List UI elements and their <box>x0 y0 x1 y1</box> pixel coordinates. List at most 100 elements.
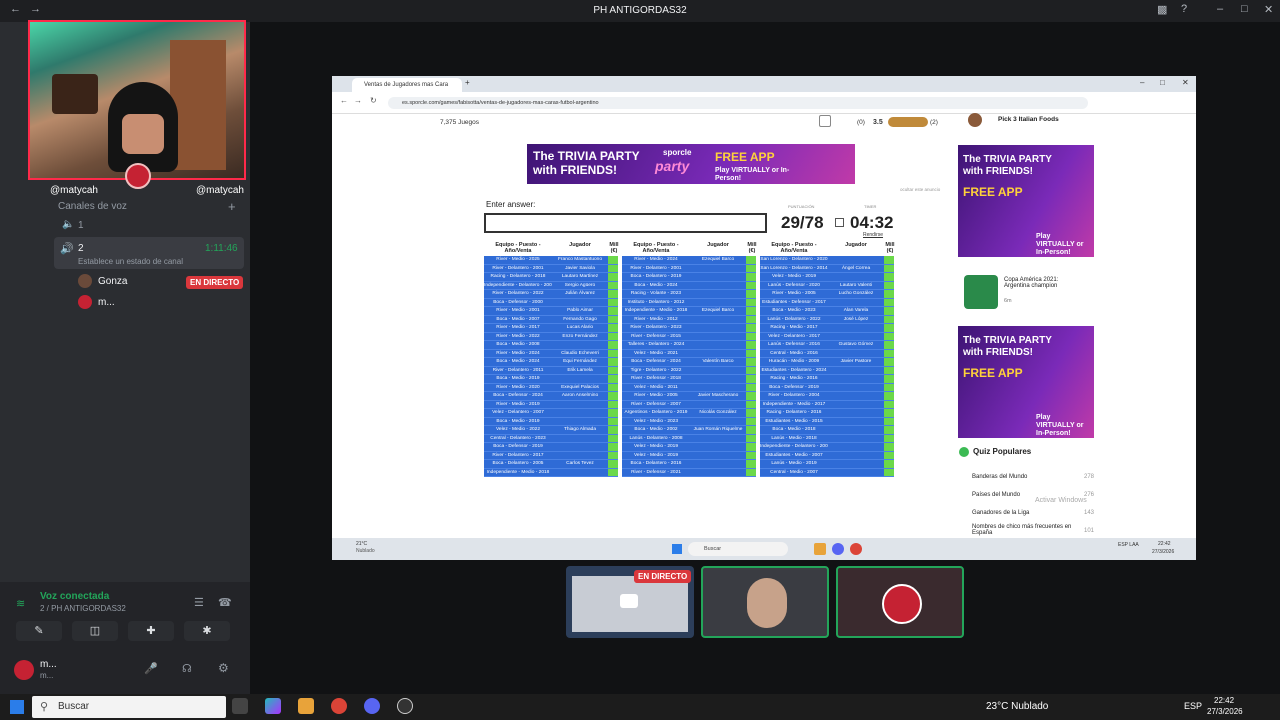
ad-side-2[interactable]: The TRIVIA PARTY with FRIENDS! FREE APP … <box>958 326 1094 438</box>
stream-search[interactable]: Buscar <box>688 542 788 556</box>
browser-tab[interactable]: Ventas de Jugadores mas Cara <box>352 78 462 92</box>
quiz-mill-cell <box>608 324 618 332</box>
quiz-row: Racing - Volante - 2023 <box>622 290 756 299</box>
file-explorer-icon[interactable] <box>298 698 314 714</box>
chrome-icon[interactable] <box>331 698 347 714</box>
quiz-team-cell: River - Medio - 2025 <box>496 257 540 262</box>
voice-channel-1[interactable]: 1 <box>78 220 84 231</box>
quiz-row: Boca - Medio - 2002 Juan Román Riquelme <box>622 426 756 435</box>
quiz-team-cell: Lanús - Delantero - 2008 <box>629 435 683 441</box>
minimize-icon[interactable]: – <box>1140 78 1144 87</box>
activate-windows-watermark: Activar Windows <box>1035 497 1087 504</box>
add-channel-icon[interactable]: + <box>228 199 236 214</box>
camera-button[interactable]: ✎ <box>16 621 62 641</box>
discord-icon[interactable] <box>364 698 380 714</box>
give-up-link[interactable]: Rendirse <box>863 232 883 238</box>
quiz-row: River - Delantero - 2017 <box>484 451 618 460</box>
disconnect-icon[interactable]: ☎ <box>218 596 232 609</box>
screen-share-button[interactable]: ◫ <box>72 621 118 641</box>
taskbar-weather[interactable]: 23°C Nublado <box>986 701 1048 712</box>
top-quiz-item[interactable]: Pick 3 Italian Foods <box>998 116 1059 123</box>
voice-channel-path: 2 / PH ANTIGORDAS32 <box>40 604 126 613</box>
url-bar[interactable]: es.sporcle.com/games/fabisotta/ventas-de… <box>388 97 1088 109</box>
discord-icon[interactable] <box>832 543 844 555</box>
rating-stars[interactable] <box>888 117 928 127</box>
channel-timer: 1:11:46 <box>205 243 238 254</box>
voice-status[interactable]: Voz conectada <box>40 591 109 602</box>
quiz-row: Argentinos - Delantero - 2019 Nicolás Gon… <box>622 409 756 418</box>
forward-icon[interactable]: → <box>354 96 362 105</box>
soundboard-button[interactable]: ✱ <box>184 621 230 641</box>
voice-section-title[interactable]: Canales de voz <box>58 201 127 212</box>
copilot-icon[interactable] <box>265 698 281 714</box>
windows-start-icon[interactable] <box>10 700 24 714</box>
taskbar-date[interactable]: 27/3/2026 <box>1207 707 1243 716</box>
ad-side-1[interactable]: The TRIVIA PARTY with FRIENDS! FREE APP … <box>958 145 1094 257</box>
close-icon[interactable]: ✕ <box>1264 3 1273 16</box>
ad-banner-top[interactable]: The TRIVIA PARTY with FRIENDS! FREE APP … <box>527 144 855 184</box>
quiz-player-cell <box>828 367 884 375</box>
channel-status-hint[interactable]: Establece un estado de canal <box>78 257 183 266</box>
pause-icon[interactable] <box>835 218 844 227</box>
quiz-row: Velez - Medio - 2019 <box>622 443 756 452</box>
participant-tile-m[interactable] <box>836 566 964 638</box>
ad-line1: The TRIVIA PARTY <box>533 149 640 163</box>
obs-icon[interactable] <box>397 698 413 714</box>
task-view-icon[interactable] <box>232 698 248 714</box>
quiz-team-cell: Estudiantes - Defensor - 2017 <box>762 299 826 305</box>
inbox-icon[interactable]: ▩ <box>1157 3 1167 16</box>
noise-icon[interactable]: ☰ <box>194 596 204 609</box>
files-icon[interactable] <box>814 543 826 555</box>
maximize-icon[interactable]: □ <box>1241 3 1248 15</box>
quiz-row: River - Medio - 2024 Ezequiel Barco <box>622 256 756 265</box>
quiz-row: Central - Medio - 2007 <box>760 468 894 477</box>
mic-icon[interactable]: 🎤 <box>144 662 158 675</box>
quiz-mill-cell <box>746 290 756 298</box>
close-icon[interactable]: ✕ <box>1182 78 1189 87</box>
score-label: PUNTUACIÓN <box>788 204 815 209</box>
headset-icon[interactable]: ☊ <box>182 662 192 675</box>
participant-tile-gonza[interactable] <box>701 566 829 638</box>
hide-ad-link[interactable]: ocultar este anuncio <box>900 187 940 192</box>
popular-item[interactable]: Ganadores de la Liga <box>972 510 1029 516</box>
quiz-row: River - Medio - 2005 Javier Mascherano <box>622 392 756 401</box>
quiz-player-cell <box>690 273 746 281</box>
popular-item[interactable]: Nombres de chico más frecuentes en Españ… <box>972 524 1092 536</box>
new-tab-icon[interactable]: + <box>465 78 470 87</box>
voice-user-m[interactable]: m... <box>98 297 115 308</box>
news-title[interactable]: Copa América 2021: Argentina champion <box>1004 277 1084 289</box>
comment-icon[interactable] <box>819 115 831 127</box>
quiz-player-cell: Enzo Fernández <box>562 333 598 339</box>
start-icon[interactable] <box>672 544 682 554</box>
maximize-icon[interactable]: □ <box>1160 78 1165 87</box>
quiz-timer: 04:32 <box>850 213 894 232</box>
minimize-icon[interactable]: – <box>1217 3 1223 15</box>
quiz-row: Boca - Defensor - 2024 Valentín Barco <box>622 358 756 367</box>
quiz-team-cell: Central - Medio - 2016 <box>770 350 818 356</box>
search-icon: ⚲ <box>40 701 49 713</box>
quiz-mill-cell <box>608 434 618 442</box>
chrome-icon[interactable] <box>850 543 862 555</box>
taskbar-time[interactable]: 22:42 <box>1214 696 1234 705</box>
popular-item[interactable]: Países del Mundo <box>972 492 1020 498</box>
quiz-row: Velez - Medio - 2021 <box>622 349 756 358</box>
taskbar-search[interactable]: Buscar <box>32 696 226 718</box>
taskbar-lang[interactable]: ESP <box>1184 701 1202 711</box>
voice-user-gonza[interactable]: Gonza <box>98 276 127 287</box>
stream-view[interactable]: Ventas de Jugadores mas Cara + – □ ✕ ← →… <box>332 76 1196 560</box>
self-username[interactable]: m... <box>40 659 57 670</box>
reload-icon[interactable]: ↻ <box>370 96 377 105</box>
quiz-team-cell: San Lorenzo - Delantero - 2014 <box>760 265 828 271</box>
quiz-mill-cell <box>608 332 618 340</box>
answer-input[interactable] <box>484 213 767 233</box>
quiz-mill-cell <box>884 307 894 315</box>
settings-gear-icon[interactable]: ⚙ <box>218 661 229 675</box>
help-icon[interactable]: ? <box>1181 3 1187 15</box>
back-icon[interactable]: ← <box>340 96 348 105</box>
popular-item[interactable]: Banderas del Mundo <box>972 474 1027 480</box>
activities-button[interactable]: ✚ <box>128 621 174 641</box>
stream-lang: ESP LAA <box>1118 542 1139 548</box>
quiz-team-cell: River - Medio - 2017 <box>496 325 540 330</box>
quiz-player-cell <box>552 299 608 307</box>
signal-icon[interactable]: ≋ <box>16 597 25 610</box>
